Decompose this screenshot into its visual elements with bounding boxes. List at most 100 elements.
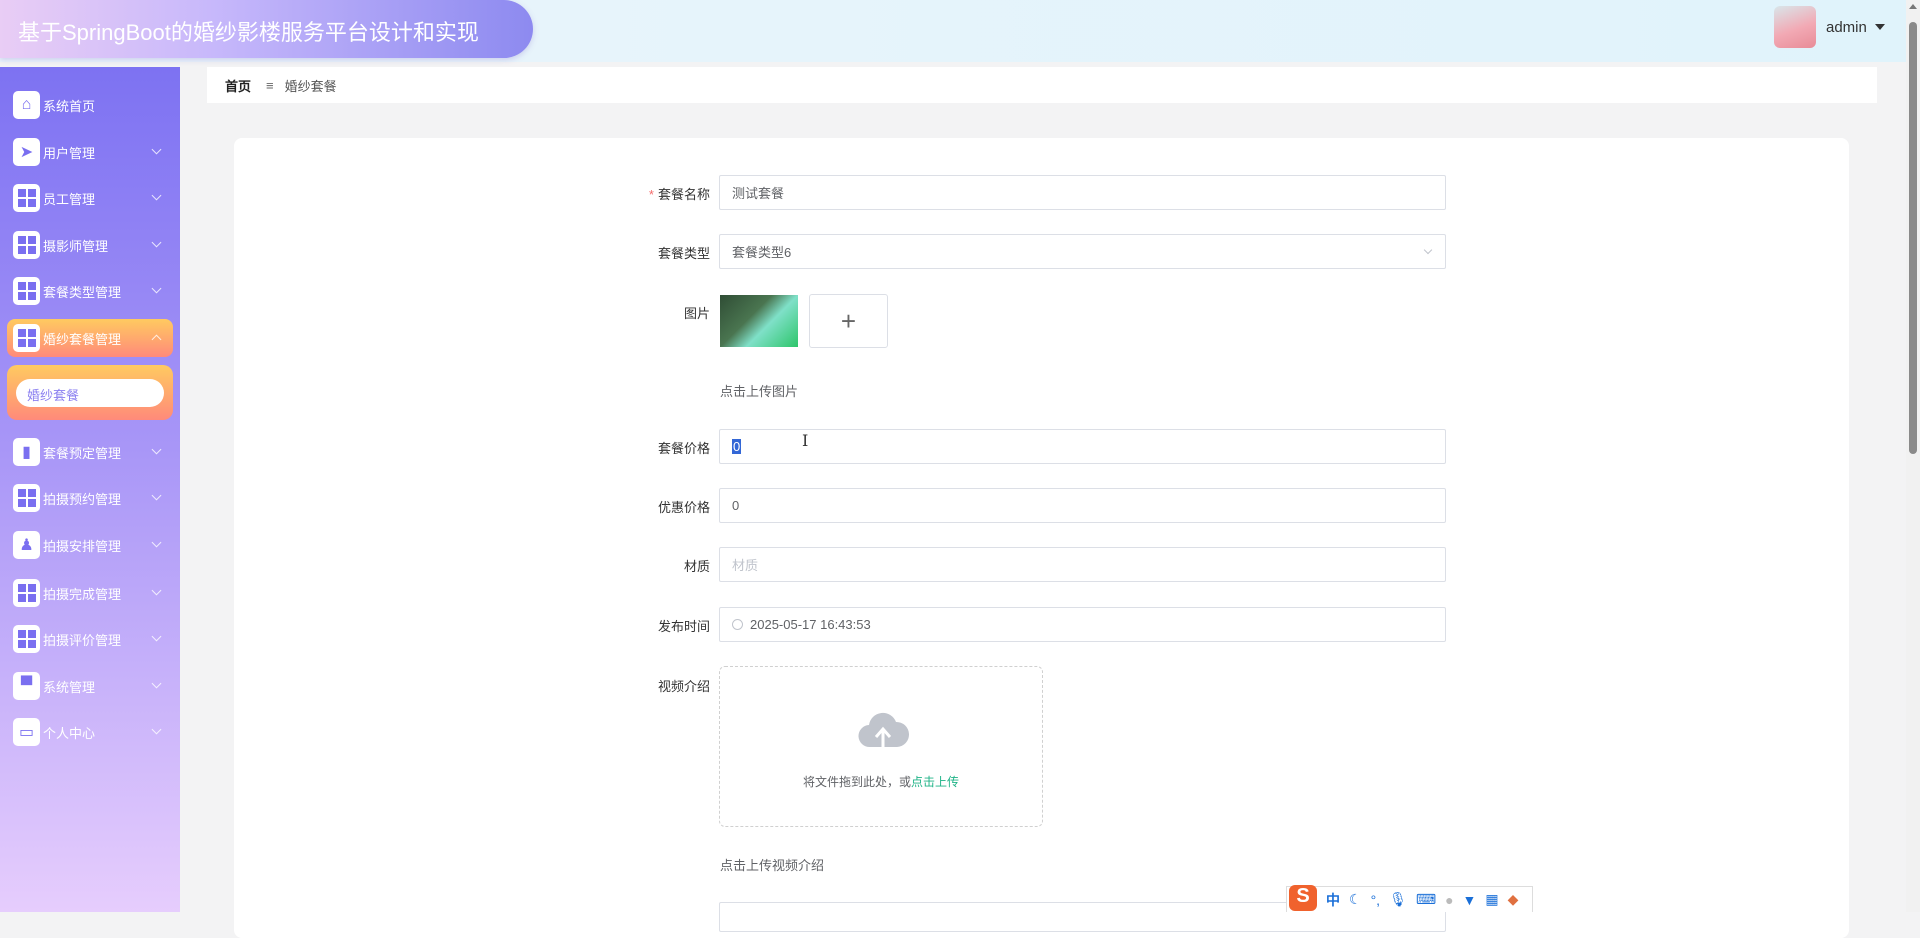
moon-icon[interactable]: ☾ xyxy=(1349,891,1362,908)
sidebar-item-5[interactable]: 婚纱套餐管理 xyxy=(7,319,173,357)
sidebar-item-12[interactable]: ▭ 个人中心 xyxy=(7,713,173,751)
discount-label: 优惠价格 xyxy=(657,500,710,515)
punctuation-toggle[interactable]: °, xyxy=(1371,892,1381,908)
grid-icon xyxy=(13,324,40,352)
type-label: 套餐类型 xyxy=(657,246,710,261)
video-upload-dropzone[interactable]: 将文件拖到此处，或点击上传 xyxy=(719,666,1043,827)
sidebar-item-3[interactable]: 摄影师管理 xyxy=(7,226,173,264)
grid-icon xyxy=(13,484,40,512)
package-name-value: 测试套餐 xyxy=(732,186,785,201)
page-scrollbar[interactable] xyxy=(1906,0,1920,912)
price-label: 套餐价格 xyxy=(657,441,710,456)
click-upload-link[interactable]: 点击上传 xyxy=(911,775,959,789)
chevron-down-icon xyxy=(151,724,162,735)
chevron-down-icon xyxy=(151,444,162,455)
keyboard-icon[interactable]: ⌨ xyxy=(1416,891,1436,908)
text-cursor-icon: I xyxy=(802,431,809,450)
microphone-icon[interactable]: 🎙 xyxy=(1389,891,1407,908)
add-image-button[interactable]: + xyxy=(809,294,888,348)
sidebar-item-label: 拍摄评价管理 xyxy=(43,632,122,648)
sidebar-item-label: 摄影师管理 xyxy=(43,238,109,254)
sidebar-item-label: 系统管理 xyxy=(43,679,96,695)
skin-icon[interactable]: ▼ xyxy=(1463,892,1477,908)
name-label-text: 套餐名称 xyxy=(657,187,710,202)
sidebar-item-label: 拍摄预约管理 xyxy=(43,491,122,507)
breadcrumb-separator: ≡ xyxy=(266,77,274,93)
sidebar-item-4[interactable]: 套餐类型管理 xyxy=(7,272,173,310)
top-header: 基于SpringBoot的婚纱影楼服务平台设计和实现 admin xyxy=(0,0,1920,62)
clock-icon xyxy=(732,619,743,630)
name-label: * 套餐名称 xyxy=(649,184,710,203)
sidebar-item-label: 套餐预定管理 xyxy=(43,445,122,461)
monitor-icon: ▀ xyxy=(13,672,40,700)
sidebar-item-8[interactable]: ♟ 拍摄安排管理 xyxy=(7,526,173,564)
package-name-input[interactable]: 测试套餐 xyxy=(719,175,1446,210)
uploaded-image-thumbnail[interactable] xyxy=(720,295,798,347)
sidebar-item-6[interactable]: ▮ 套餐预定管理 xyxy=(7,433,173,471)
send-icon: ➤ xyxy=(13,138,40,166)
discount-price-input[interactable]: 0 xyxy=(719,488,1446,523)
package-price-input[interactable]: 0 xyxy=(719,429,1446,464)
grid-icon xyxy=(13,231,40,259)
video-upload-hint: 点击上传视频介绍 xyxy=(720,858,825,873)
material-placeholder: 材质 xyxy=(732,558,759,573)
package-price-value: 0 xyxy=(732,439,742,454)
discount-price-value: 0 xyxy=(732,498,740,513)
package-type-value: 套餐类型6 xyxy=(732,245,792,260)
sidebar-item-label: 个人中心 xyxy=(43,725,96,741)
chevron-down-icon xyxy=(151,190,162,201)
required-mark: * xyxy=(648,187,654,202)
sidebar-item-1[interactable]: ➤ 用户管理 xyxy=(7,133,173,171)
sidebar-item-label: 套餐类型管理 xyxy=(43,284,122,300)
sidebar-item-label: 婚纱套餐管理 xyxy=(43,331,122,347)
publish-time-picker[interactable]: 2025-05-17 16:43:53 xyxy=(719,607,1446,642)
sidebar-item-0[interactable]: ⌂ 系统首页 xyxy=(7,86,173,124)
material-label: 材质 xyxy=(683,559,710,574)
app-title-banner: 基于SpringBoot的婚纱影楼服务平台设计和实现 xyxy=(0,0,533,58)
wallet-icon: ▭ xyxy=(13,718,40,746)
dropzone-text: 将文件拖到此处，或点击上传 xyxy=(720,773,1042,790)
chevron-down-icon xyxy=(151,490,162,501)
grid-icon xyxy=(13,625,40,653)
sidebar-item-label: 员工管理 xyxy=(43,191,96,207)
chevron-down-icon xyxy=(151,237,162,248)
apps-icon[interactable]: ▦ xyxy=(1485,891,1498,908)
scrollbar-thumb[interactable] xyxy=(1909,22,1917,454)
sidebar-item-9[interactable]: 拍摄完成管理 xyxy=(7,574,173,612)
chevron-down-icon xyxy=(151,678,162,689)
submenu-item-wedding-package[interactable]: 婚纱套餐 xyxy=(16,379,164,407)
sidebar-item-7[interactable]: 拍摄预约管理 xyxy=(7,479,173,517)
sidebar-item-11[interactable]: ▀ 系统管理 xyxy=(7,667,173,705)
app-title: 基于SpringBoot的婚纱影楼服务平台设计和实现 xyxy=(18,20,479,45)
grid-icon xyxy=(13,579,40,607)
video-label: 视频介绍 xyxy=(657,679,710,694)
scroll-up-icon[interactable] xyxy=(1909,4,1917,9)
sidebar-item-label: 拍摄完成管理 xyxy=(43,586,122,602)
chevron-down-icon xyxy=(151,585,162,596)
image-upload-hint: 点击上传图片 xyxy=(720,384,799,399)
breadcrumb-current: 婚纱套餐 xyxy=(284,78,337,94)
mascot-icon[interactable]: ◆ xyxy=(1508,891,1519,908)
breadcrumb: 首页 ≡ 婚纱套餐 xyxy=(207,67,1877,103)
sidebar-item-label: 拍摄安排管理 xyxy=(43,538,122,554)
cloud-upload-icon xyxy=(858,712,909,748)
user-menu[interactable]: admin xyxy=(1774,6,1885,48)
sidebar-item-10[interactable]: 拍摄评价管理 xyxy=(7,620,173,658)
username[interactable]: admin xyxy=(1826,19,1867,36)
ime-toolbar: S 中 ☾ °, 🎙 ⌨ ● ▼ ▦ ◆ xyxy=(1286,884,1533,912)
package-type-select[interactable]: 套餐类型6 xyxy=(719,234,1446,269)
dropzone-instruction: 将文件拖到此处，或 xyxy=(802,775,911,789)
avatar[interactable] xyxy=(1774,6,1816,48)
caret-down-icon[interactable] xyxy=(1874,24,1885,30)
ticket-icon: ▮ xyxy=(13,438,40,466)
user-icon[interactable]: ● xyxy=(1445,892,1453,908)
sidebar-item-label: 用户管理 xyxy=(43,145,96,161)
chevron-down-icon xyxy=(151,631,162,642)
sogou-logo-icon[interactable]: S xyxy=(1289,884,1317,911)
sidebar-item-label: 系统首页 xyxy=(43,98,96,114)
material-input[interactable]: 材质 xyxy=(719,547,1446,582)
chevron-down-icon xyxy=(151,283,162,294)
sidebar-item-2[interactable]: 员工管理 xyxy=(7,179,173,217)
ime-mode-toggle[interactable]: 中 xyxy=(1326,890,1340,910)
breadcrumb-home[interactable]: 首页 xyxy=(225,76,251,95)
